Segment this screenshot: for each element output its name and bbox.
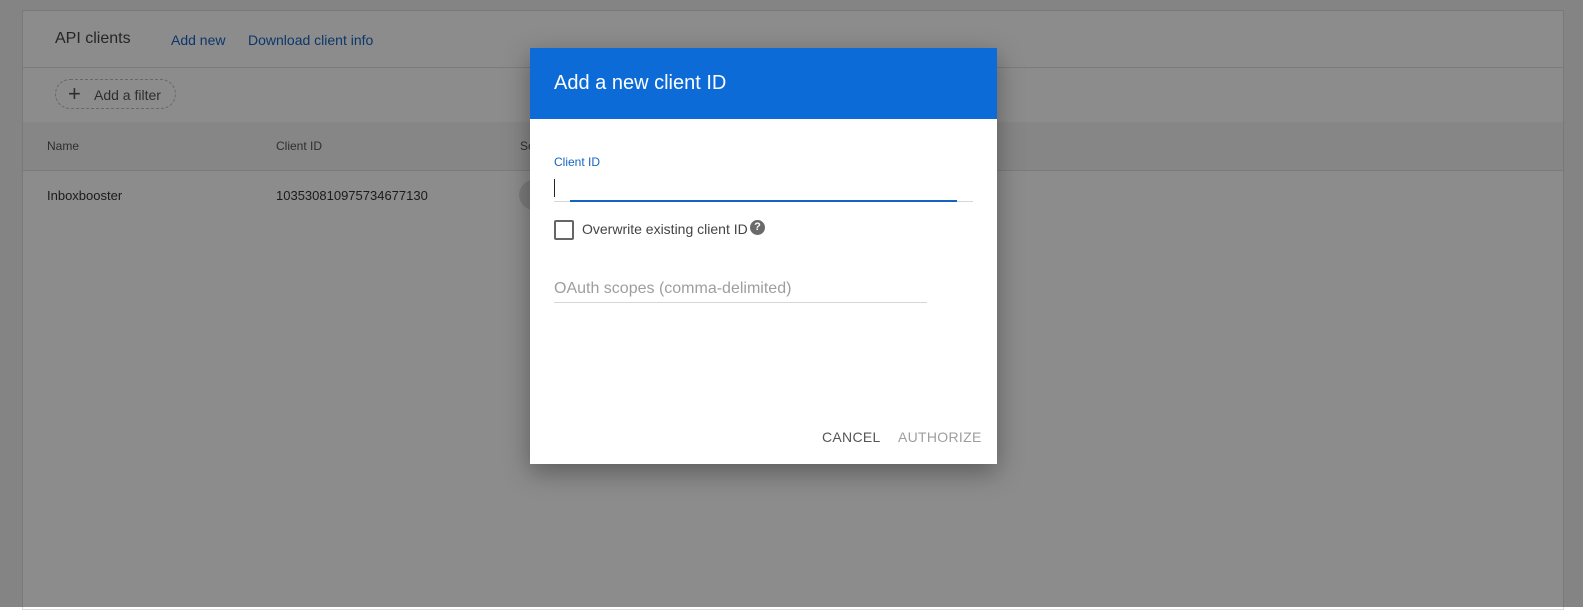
client-id-focus-underline [570,200,957,202]
overwrite-label[interactable]: Overwrite existing client ID [582,221,748,237]
client-id-label: Client ID [554,155,601,169]
dialog-title: Add a new client ID [554,72,727,94]
authorize-button[interactable]: AUTHORIZE [898,429,982,445]
oauth-scopes-input[interactable] [554,276,927,303]
add-client-dialog: Add a new client ID Client ID Overwrite … [530,48,997,464]
help-icon[interactable]: ? [750,220,765,235]
cancel-button[interactable]: CANCEL [822,429,881,445]
overwrite-checkbox[interactable] [554,220,574,240]
dialog-header: Add a new client ID [530,48,997,119]
text-cursor [554,179,555,197]
client-id-input[interactable] [554,172,973,202]
